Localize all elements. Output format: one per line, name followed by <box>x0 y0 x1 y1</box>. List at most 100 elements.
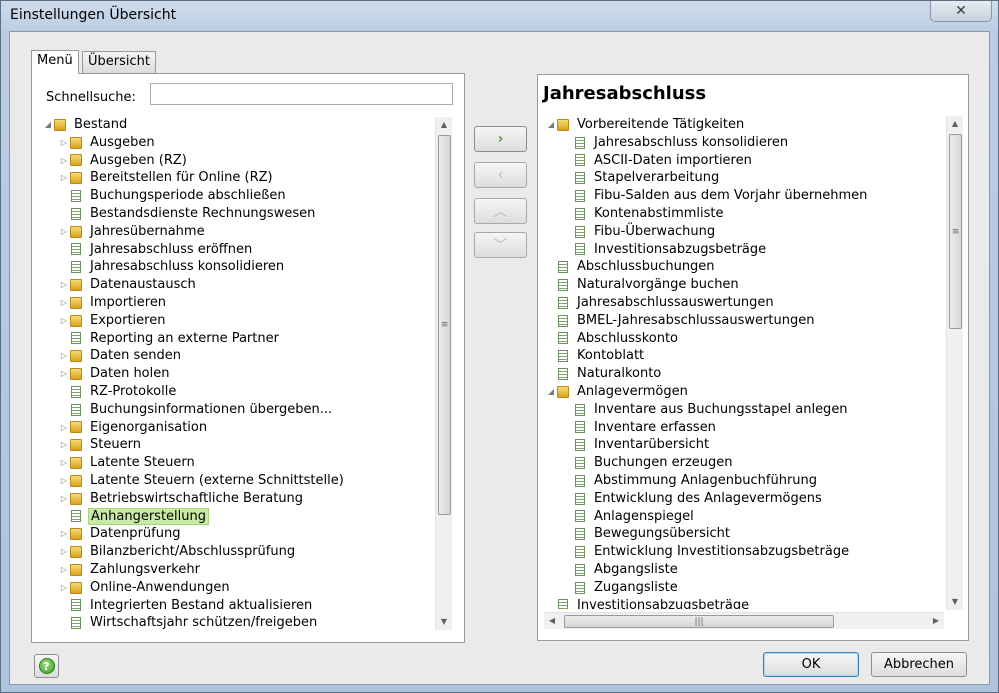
scrollbar-thumb[interactable]: ≡ <box>949 134 962 329</box>
tree-folder-item[interactable]: ◢ Vorbereitende Tätigkeiten <box>545 116 945 134</box>
collapsed-triangle-icon[interactable]: ▷ <box>58 579 70 597</box>
tree-folder-item[interactable]: ▷ Ausgeben (RZ) <box>42 152 447 170</box>
tree-leaf-item[interactable]: Wirtschaftsjahr schützen/freigeben <box>42 614 447 631</box>
remove-from-overview-button[interactable]: ‹ <box>474 162 527 188</box>
tree-folder-item[interactable]: ◢ Anlagevermögen <box>545 383 945 401</box>
tree-leaf-item[interactable]: Fibu-Salden aus dem Vorjahr übernehmen <box>545 187 945 205</box>
tree-leaf-item[interactable]: Bestandsdienste Rechnungswesen <box>42 205 447 223</box>
overview-vertical-scrollbar[interactable]: ▲ ≡ ▼ <box>946 116 963 610</box>
collapsed-triangle-icon[interactable]: ▷ <box>58 223 70 241</box>
collapsed-triangle-icon[interactable]: ▷ <box>58 543 70 561</box>
tree-folder-item[interactable]: ▷ Jahresübernahme <box>42 223 447 241</box>
collapsed-triangle-icon[interactable]: ▷ <box>58 312 70 330</box>
collapsed-triangle-icon[interactable]: ▷ <box>58 365 70 383</box>
scroll-left-icon[interactable]: ◀ <box>544 613 560 629</box>
tree-leaf-item[interactable]: Naturalkonto <box>545 365 945 383</box>
tree-leaf-item[interactable]: Bewegungsübersicht <box>545 525 945 543</box>
menu-tree-vertical-scrollbar[interactable]: ▲ ≡ ▼ <box>435 117 452 630</box>
tree-leaf-item[interactable]: Jahresabschluss konsolidieren <box>42 258 447 276</box>
tree-leaf-item[interactable]: ASCII-Daten importieren <box>545 152 945 170</box>
tab-menu[interactable]: Menü <box>31 50 79 74</box>
move-down-button[interactable]: ﹀ <box>474 232 527 258</box>
search-input[interactable] <box>150 83 453 105</box>
tree-leaf-item[interactable]: Entwicklung des Anlagevermögens <box>545 490 945 508</box>
tree-folder-item[interactable]: ▷ Bereitstellen für Online (RZ) <box>42 169 447 187</box>
cancel-button[interactable]: Abbrechen <box>871 652 967 677</box>
expanded-triangle-icon[interactable]: ◢ <box>42 116 54 134</box>
tree-leaf-item[interactable]: Naturalvorgänge buchen <box>545 276 945 294</box>
add-to-overview-button[interactable]: › <box>474 126 527 152</box>
tree-folder-item[interactable]: ▷ Bilanzbericht/Abschlussprüfung <box>42 543 447 561</box>
collapsed-triangle-icon[interactable]: ▷ <box>58 525 70 543</box>
tree-leaf-item[interactable]: Jahresabschluss eröffnen <box>42 241 447 259</box>
tree-leaf-item[interactable]: Integrierten Bestand aktualisieren <box>42 597 447 615</box>
collapsed-triangle-icon[interactable]: ▷ <box>58 152 70 170</box>
tree-folder-item[interactable]: ◢ Bestand <box>42 116 447 134</box>
tree-leaf-item[interactable]: BMEL-Jahresabschlussauswertungen <box>545 312 945 330</box>
tree-folder-item[interactable]: ▷ Latente Steuern <box>42 454 447 472</box>
tree-leaf-item[interactable]: Buchungsperiode abschließen <box>42 187 447 205</box>
collapsed-triangle-icon[interactable]: ▷ <box>58 134 70 152</box>
move-up-button[interactable]: ︿ <box>474 198 527 224</box>
collapsed-triangle-icon[interactable]: ▷ <box>58 472 70 490</box>
tree-folder-item[interactable]: ▷ Datenprüfung <box>42 525 447 543</box>
tree-folder-item[interactable]: ▷ Importieren <box>42 294 447 312</box>
tree-folder-item[interactable]: ▷ Betriebswirtschaftliche Beratung <box>42 490 447 508</box>
collapsed-triangle-icon[interactable]: ▷ <box>58 294 70 312</box>
tree-leaf-item[interactable]: Inventare aus Buchungsstapel anlegen <box>545 401 945 419</box>
tree-leaf-item[interactable]: Abstimmung Anlagenbuchführung <box>545 472 945 490</box>
tree-leaf-item[interactable]: Inventare erfassen <box>545 419 945 437</box>
collapsed-triangle-icon[interactable]: ▷ <box>58 347 70 365</box>
collapsed-triangle-icon[interactable]: ▷ <box>58 419 70 437</box>
scrollbar-thumb[interactable]: ≡ <box>438 135 451 515</box>
expanded-triangle-icon[interactable]: ◢ <box>545 383 557 401</box>
collapsed-triangle-icon[interactable]: ▷ <box>58 561 70 579</box>
tree-leaf-item[interactable]: Abgangsliste <box>545 561 945 579</box>
tree-leaf-item[interactable]: Entwicklung Investitionsabzugsbeträge <box>545 543 945 561</box>
tree-leaf-item[interactable]: Buchungsinformationen übergeben... <box>42 401 447 419</box>
overview-horizontal-scrollbar[interactable]: ◀ ||| ▶ <box>544 612 944 629</box>
scroll-down-icon[interactable]: ▼ <box>947 594 963 610</box>
tab-overview[interactable]: Übersicht <box>82 51 156 73</box>
scroll-down-icon[interactable]: ▼ <box>436 614 452 630</box>
tree-leaf-item[interactable]: Kontoblatt <box>545 347 945 365</box>
tree-folder-item[interactable]: ▷ Zahlungsverkehr <box>42 561 447 579</box>
tree-leaf-item[interactable]: Buchungen erzeugen <box>545 454 945 472</box>
scroll-up-icon[interactable]: ▲ <box>947 116 963 132</box>
tree-folder-item[interactable]: ▷ Steuern <box>42 436 447 454</box>
collapsed-triangle-icon[interactable]: ▷ <box>58 276 70 294</box>
collapsed-triangle-icon[interactable]: ▷ <box>58 169 70 187</box>
close-button[interactable]: ✕ <box>930 1 992 22</box>
tree-folder-item[interactable]: ▷ Ausgeben <box>42 134 447 152</box>
tree-folder-item[interactable]: ▷ Eigenorganisation <box>42 419 447 437</box>
scroll-up-icon[interactable]: ▲ <box>436 117 452 133</box>
tree-leaf-item[interactable]: Abschlusskonto <box>545 330 945 348</box>
tree-folder-item[interactable]: ▷ Daten senden <box>42 347 447 365</box>
tree-leaf-item[interactable]: Zugangsliste <box>545 579 945 597</box>
ok-button[interactable]: OK <box>763 652 859 677</box>
tree-leaf-item[interactable]: Jahresabschlussauswertungen <box>545 294 945 312</box>
tree-leaf-item[interactable]: Fibu-Überwachung <box>545 223 945 241</box>
tree-leaf-item[interactable]: Anhangerstellung <box>42 507 447 526</box>
scroll-right-icon[interactable]: ▶ <box>928 613 944 629</box>
tree-leaf-item[interactable]: Stapelverarbeitung <box>545 169 945 187</box>
scrollbar-thumb[interactable]: ||| <box>564 615 834 628</box>
collapsed-triangle-icon[interactable]: ▷ <box>58 436 70 454</box>
tree-leaf-item[interactable]: Investitionsabzugsbeträge <box>545 597 945 609</box>
expanded-triangle-icon[interactable]: ◢ <box>545 116 557 134</box>
tree-leaf-item[interactable]: Reporting an externe Partner <box>42 330 447 348</box>
tree-leaf-item[interactable]: Anlagenspiegel <box>545 508 945 526</box>
tree-leaf-item[interactable]: Inventarübersicht <box>545 436 945 454</box>
tree-leaf-item[interactable]: Jahresabschluss konsolidieren <box>545 134 945 152</box>
tree-folder-item[interactable]: ▷ Latente Steuern (externe Schnittstelle) <box>42 472 447 490</box>
collapsed-triangle-icon[interactable]: ▷ <box>58 454 70 472</box>
tree-leaf-item[interactable]: Kontenabstimmliste <box>545 205 945 223</box>
collapsed-triangle-icon[interactable]: ▷ <box>58 490 70 508</box>
tree-folder-item[interactable]: ▷ Datenaustausch <box>42 276 447 294</box>
help-button[interactable]: ? <box>34 654 59 678</box>
tree-folder-item[interactable]: ▷ Exportieren <box>42 312 447 330</box>
tree-leaf-item[interactable]: Abschlussbuchungen <box>545 258 945 276</box>
tree-folder-item[interactable]: ▷ Daten holen <box>42 365 447 383</box>
tree-leaf-item[interactable]: RZ-Protokolle <box>42 383 447 401</box>
tree-folder-item[interactable]: ▷ Online-Anwendungen <box>42 579 447 597</box>
